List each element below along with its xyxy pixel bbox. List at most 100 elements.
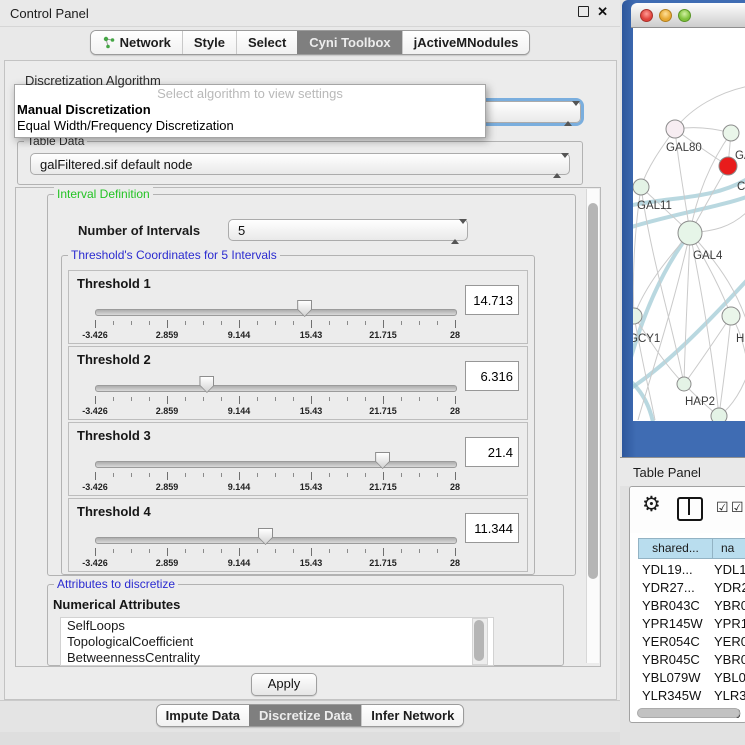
table-row[interactable]: YLR345WYLR3	[630, 687, 745, 705]
tab-discretize-data[interactable]: Discretize Data	[249, 705, 361, 726]
table-cell[interactable]: YBR0	[714, 651, 745, 669]
tab-jactivemnodules-label: jActiveMNodules	[414, 35, 519, 50]
table-cell[interactable]: YDL19...	[642, 561, 714, 579]
table-cell[interactable]: YLR3	[714, 687, 745, 705]
settings-vertical-scrollbar[interactable]	[586, 189, 599, 663]
table-cell[interactable]: YLR345W	[642, 687, 714, 705]
number-of-intervals-value: 5	[238, 223, 245, 238]
network-node-label: GA	[735, 150, 745, 162]
network-edge-teal	[633, 380, 653, 421]
table-cell[interactable]: YBR045C	[642, 651, 714, 669]
tab-jactivemnodules[interactable]: jActiveMNodules	[402, 31, 530, 54]
network-node[interactable]	[711, 408, 727, 421]
network-canvas[interactable]: GAL80GACGAL11GAL4GCY1HHAP2	[633, 28, 745, 421]
apply-button[interactable]: Apply	[251, 673, 317, 696]
network-node-label: GCY1	[633, 333, 660, 345]
close-traffic-light-icon[interactable]	[640, 9, 653, 22]
float-window-icon[interactable]	[578, 6, 589, 17]
column-header-shared-name[interactable]: shared...	[638, 538, 713, 559]
threshold-4-value-field[interactable]	[465, 513, 519, 543]
checkbox-checked-icon[interactable]: ☑	[716, 500, 729, 514]
tab-select[interactable]: Select	[236, 31, 297, 54]
slider-ticks	[95, 472, 455, 481]
numerical-attributes-list[interactable]: SelfLoopsTopologicalCoefficientBetweenne…	[60, 617, 494, 666]
dropdown-item-equal-width-frequency[interactable]: Equal Width/Frequency Discretization	[15, 118, 485, 134]
tab-impute-data[interactable]: Impute Data	[157, 705, 249, 726]
table-cell[interactable]: YER054C	[642, 633, 714, 651]
attributes-group-label: Attributes to discretize	[54, 577, 178, 591]
table-cell[interactable]: YDR2	[714, 579, 745, 597]
table-cell[interactable]: YBL079W	[642, 669, 714, 687]
threshold-2-value-field[interactable]	[465, 361, 519, 391]
tab-network[interactable]: Network	[91, 31, 182, 54]
network-node-label: GAL4	[693, 250, 723, 262]
gear-icon[interactable]: ⚙	[642, 494, 661, 516]
network-node[interactable]	[677, 377, 691, 391]
split-columns-icon[interactable]	[677, 497, 703, 521]
network-node-label: C	[737, 181, 745, 193]
threshold-1-value-field[interactable]	[465, 285, 519, 315]
dropdown-item-manual-discretization[interactable]: Manual Discretization	[15, 102, 485, 118]
attribute-item[interactable]: BetweennessCentrality	[61, 650, 493, 666]
table-cell[interactable]: YER0	[714, 633, 745, 651]
slider-tick-label: 2.859	[156, 330, 179, 340]
table-data-combobox[interactable]: galFiltered.sif default node	[30, 153, 570, 175]
tab-style[interactable]: Style	[182, 31, 236, 54]
table-cell[interactable]: YDR27...	[642, 579, 714, 597]
table-row[interactable]: YBR043CYBR0	[630, 597, 745, 615]
threshold-4-panel: Threshold 4 -3.4262.8599.14415.4321.7152…	[68, 498, 528, 572]
table-cell[interactable]: YDL1	[714, 561, 745, 579]
network-node[interactable]	[666, 120, 684, 138]
threshold-3-value-field[interactable]	[465, 437, 519, 467]
threshold-2-slider[interactable]: -3.4262.8599.14415.4321.71528	[93, 373, 459, 417]
threshold-3-slider[interactable]: -3.4262.8599.14415.4321.71528	[93, 449, 459, 493]
table-row[interactable]: YBL079WYBL0	[630, 669, 745, 687]
network-node[interactable]	[633, 308, 642, 324]
column-header-name[interactable]: na	[713, 538, 745, 559]
close-icon[interactable]: ✕	[597, 5, 608, 18]
attributes-list-scrollbar[interactable]	[472, 618, 488, 665]
table-horizontal-scrollbar[interactable]	[637, 708, 740, 718]
control-panel-title: Control Panel	[10, 6, 89, 21]
attribute-item[interactable]: TopologicalCoefficient	[61, 634, 493, 650]
slider-track[interactable]	[95, 461, 457, 468]
network-node-label: GAL11	[637, 200, 672, 212]
table-row[interactable]: YPR145WYPR1	[630, 615, 745, 633]
zoom-traffic-light-icon[interactable]	[678, 9, 691, 22]
slider-tick-label: 28	[450, 330, 460, 340]
table-cell[interactable]: YPR145W	[642, 615, 714, 633]
slider-scale-labels: -3.4262.8599.14415.4321.71528	[95, 558, 455, 569]
threshold-4-slider[interactable]: -3.4262.8599.14415.4321.71528	[93, 525, 459, 569]
slider-tick-label: 9.144	[228, 330, 251, 340]
network-node[interactable]	[722, 307, 740, 325]
number-of-intervals-combobox[interactable]: 5	[228, 219, 468, 241]
network-node[interactable]	[633, 179, 649, 195]
tab-select-label: Select	[248, 35, 286, 50]
table-cell[interactable]: YBL0	[714, 669, 745, 687]
slider-track[interactable]	[95, 309, 457, 316]
combo-arrows-icon	[564, 106, 573, 121]
network-node[interactable]	[723, 125, 739, 141]
minimize-traffic-light-icon[interactable]	[659, 9, 672, 22]
discretization-algorithm-label: Discretization Algorithm	[25, 73, 161, 88]
table-row[interactable]: YDR27...YDR2	[630, 579, 745, 597]
table-cell[interactable]: YPR1	[714, 615, 745, 633]
slider-track[interactable]	[95, 385, 457, 392]
threshold-1-slider[interactable]: -3.4262.8599.14415.4321.71528	[93, 297, 459, 341]
table-row[interactable]: YDL19...YDL1	[630, 561, 745, 579]
attribute-item[interactable]: SelfLoops	[61, 618, 493, 634]
table-cell[interactable]: YBR0	[714, 597, 745, 615]
table-row[interactable]: YBR045CYBR0	[630, 651, 745, 669]
tab-infer-network[interactable]: Infer Network	[361, 705, 463, 726]
slider-track[interactable]	[95, 537, 457, 544]
checkbox-checked-icon[interactable]: ☑	[731, 500, 744, 514]
network-node[interactable]	[678, 221, 702, 245]
table-row[interactable]: YER054CYER0	[630, 633, 745, 651]
table-data-group: Table Data galFiltered.sif default node	[17, 141, 583, 185]
number-of-intervals-label: Number of Intervals	[78, 223, 200, 238]
table-panel-box: ⚙ ☑ ☑ shared... na YDL19...YDL1YDR27...Y…	[629, 486, 745, 723]
tab-cyni-toolbox[interactable]: Cyni Toolbox	[297, 31, 401, 54]
table-cell[interactable]: YBR043C	[642, 597, 714, 615]
slider-tick-label: -3.426	[82, 406, 108, 416]
network-node[interactable]	[719, 157, 737, 175]
